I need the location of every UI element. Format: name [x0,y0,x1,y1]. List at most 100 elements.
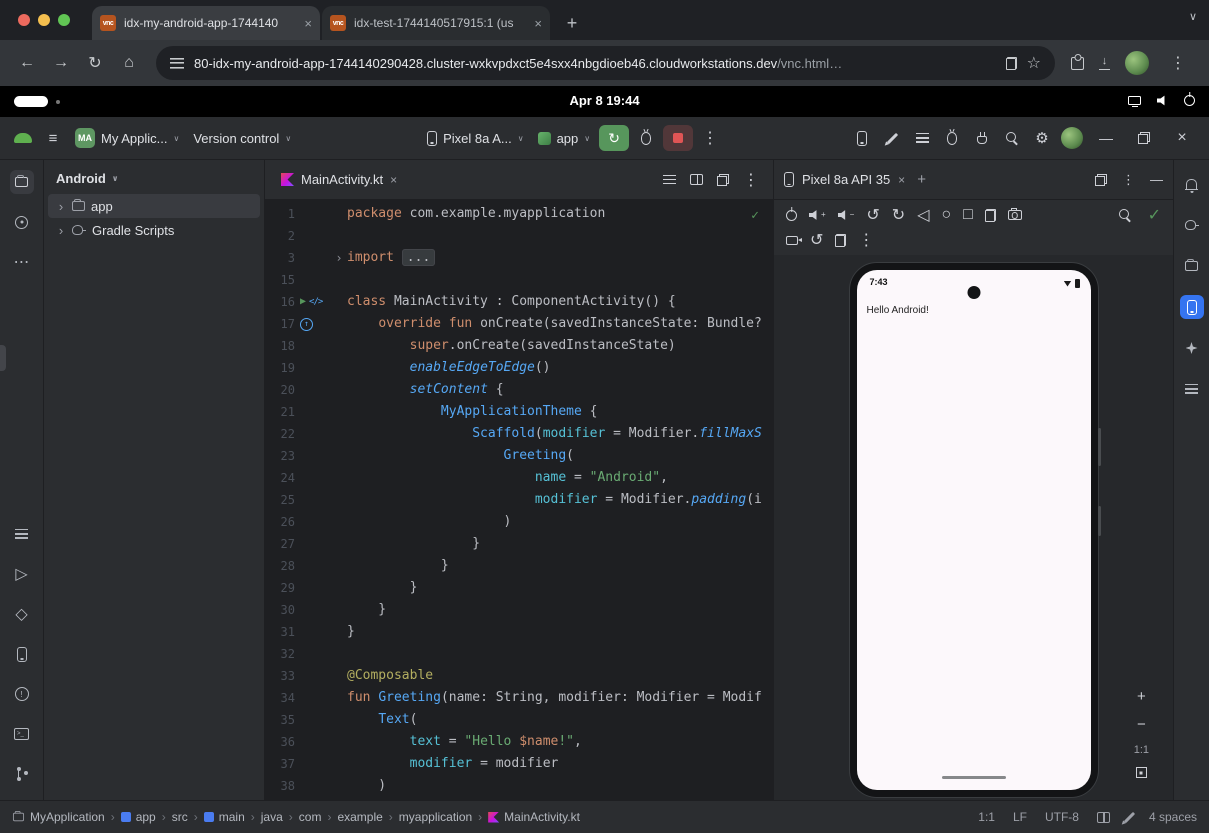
code-text[interactable]: import ... [347,247,773,269]
code-line[interactable]: 32 [265,643,773,665]
run-button[interactable]: ↻ [599,125,629,151]
run-gutter-icon[interactable]: ▶ [300,291,306,313]
bookmark-star-icon[interactable]: ☆ [1027,48,1041,78]
code-text[interactable] [347,225,773,247]
code-text[interactable]: @Composable [347,665,773,687]
code-text[interactable] [347,269,773,291]
structure-icon[interactable] [1185,384,1198,394]
project-tool-icon[interactable] [15,177,28,187]
run-tool-icon[interactable]: ▷ [10,562,34,586]
line-separator-widget[interactable]: LF [1013,810,1027,824]
panel-options-icon[interactable]: ⋮ [1122,172,1135,188]
code-text[interactable]: class MainActivity : ComponentActivity()… [347,291,773,313]
code-line[interactable]: 25 modifier = Modifier.padding(i [265,489,773,511]
code-line[interactable]: 23 Greeting( [265,445,773,467]
device-explorer-icon[interactable] [1185,261,1198,271]
downloads-icon[interactable]: ↓ [1098,56,1111,70]
zoom-mode-icon[interactable] [1118,208,1132,222]
display-icon[interactable] [1128,96,1141,105]
code-line[interactable]: 18 super.onCreate(savedInstanceState) [265,335,773,357]
code-line[interactable]: 21 MyApplicationTheme { [265,401,773,423]
volume-up-icon[interactable]: + [809,210,826,221]
code-line[interactable]: 30 } [265,599,773,621]
close-editor-tab-icon[interactable]: × [390,173,397,187]
main-menu-icon[interactable]: ≡ [40,125,66,151]
minimize-window-button[interactable] [38,14,50,26]
forward-icon[interactable]: → [46,48,76,78]
android-overview-icon[interactable]: □ [963,206,973,224]
logcat-icon[interactable] [916,133,929,143]
code-text[interactable]: text = "Hello $name!", [347,731,773,753]
code-text[interactable]: ) [347,775,773,797]
android-back-icon[interactable]: ◁ [917,205,929,225]
version-control-widget[interactable]: Version control ∨ [188,127,296,150]
screen-record-icon[interactable] [786,236,798,245]
breadcrumb-item[interactable]: example [337,810,382,824]
indent-widget[interactable]: 4 spaces [1149,810,1197,824]
code-text[interactable]: Greeting( [347,445,773,467]
rotate-right-icon[interactable]: ↻ [892,205,905,225]
browser-tab-inactive[interactable]: vnc idx-test-1744140517915:1 (us × [322,6,550,40]
code-text[interactable] [347,643,773,665]
ide-minimize-icon[interactable]: — [1089,123,1123,153]
code-line[interactable]: 3›import ... [265,247,773,269]
code-text[interactable]: package com.example.myapplication [347,203,773,225]
code-text[interactable]: override fun onCreate(savedInstanceState… [347,313,773,335]
inspections-widget-icon[interactable] [1124,811,1135,822]
run-config-selector[interactable]: app ∨ [533,127,596,150]
code-text[interactable]: } [347,555,773,577]
zoom-out-icon[interactable]: − [1137,716,1146,733]
detach-editor-icon[interactable] [717,174,729,186]
code-text[interactable]: enableEdgeToEdge() [347,357,773,379]
code-line[interactable]: 1package com.example.myapplication [265,203,773,225]
url-text[interactable]: 80-idx-my-android-app-1744140290428.clus… [194,56,996,71]
breadcrumb-item[interactable]: com [299,810,322,824]
expand-chevron-icon[interactable]: › [56,223,66,238]
build-variants-icon[interactable] [15,529,28,539]
code-line[interactable]: 35 Text( [265,709,773,731]
app-quality-insights-icon[interactable]: ◇ [10,602,34,626]
problems-icon[interactable]: ! [15,687,29,701]
gemini-icon[interactable] [1186,342,1198,354]
volume-down-icon[interactable]: − [838,210,855,221]
device-streaming-icon[interactable] [857,131,867,146]
code-text[interactable]: fun Greeting(name: String, modifier: Mod… [347,687,773,709]
code-line[interactable]: 38 ) [265,775,773,797]
browser-menu-icon[interactable]: ⋮ [1163,48,1193,78]
breadcrumb-item[interactable]: MainActivity.kt [488,810,580,824]
close-device-tab-icon[interactable]: × [898,173,905,187]
split-editor-icon[interactable] [690,174,703,185]
run-more-icon[interactable]: ⋮ [697,125,723,151]
gesture-bar[interactable] [942,776,1006,779]
project-selector[interactable]: MA My Applic... ∨ [70,124,184,152]
ide-restore-icon[interactable] [1127,123,1161,153]
copy-url-icon[interactable] [1006,57,1017,70]
encoding-widget[interactable]: UTF-8 [1045,810,1079,824]
close-tab-icon[interactable]: × [534,16,542,31]
code-line[interactable]: 24 name = "Android", [265,467,773,489]
notifications-icon[interactable] [1186,179,1197,189]
code-line[interactable]: 31} [265,621,773,643]
caret-position-widget[interactable]: 1:1 [978,810,995,824]
code-text[interactable]: super.onCreate(savedInstanceState) [347,335,773,357]
site-settings-icon[interactable] [170,58,184,69]
code-line[interactable]: 29 } [265,577,773,599]
code-line[interactable]: 28 } [265,555,773,577]
stop-button[interactable] [663,125,693,151]
code-line[interactable]: 16▶</>class MainActivity : ComponentActi… [265,291,773,313]
tree-item-app[interactable]: › app [48,194,260,218]
reset-icon[interactable]: ↺ [810,230,823,250]
code-line[interactable]: 22 Scaffold(modifier = Modifier.fillMaxS [265,423,773,445]
code-area[interactable]: ✓ 1package com.example.myapplication23›i… [265,200,773,800]
extensions-icon[interactable] [1071,57,1084,70]
breadcrumb-item[interactable]: myapplication [399,810,472,824]
code-text[interactable]: } [347,621,773,643]
code-text[interactable]: MyApplicationTheme { [347,401,773,423]
split-window-icon[interactable] [1097,812,1110,823]
code-text[interactable]: modifier = modifier [347,753,773,775]
panel-layout-icon[interactable] [1095,174,1107,186]
power-button-icon[interactable] [786,210,797,221]
fold-toggle-icon[interactable]: › [331,247,347,269]
device-selector[interactable]: Pixel 8a A... ∨ [422,127,529,150]
snapshot-icon[interactable] [985,209,996,222]
